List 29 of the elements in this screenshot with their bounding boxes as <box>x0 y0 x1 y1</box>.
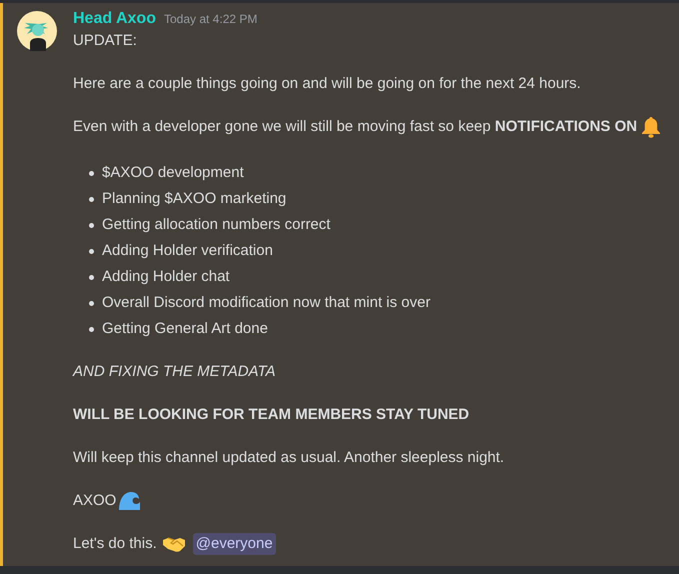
message-text: Even with a developer gone we will still be moving fast so keep NOTIFICATIONS ON <box>73 117 638 137</box>
bullet-icon <box>89 248 94 254</box>
message-text: UPDATE: <box>73 31 137 51</box>
handshake-icon <box>162 536 185 552</box>
message-text: WILL BE LOOKING FOR TEAM MEMBERS STAY TUNED <box>73 405 470 425</box>
mention[interactable]: @everyone <box>192 533 276 555</box>
bullet-icon <box>89 170 94 176</box>
list-item-text: Adding Holder verification <box>102 241 273 261</box>
list-item-text: Getting General Art done <box>102 319 268 339</box>
message-text: Let's do this. <box>73 534 157 554</box>
bullet-icon <box>89 222 94 228</box>
list-item-text: Planning $AXOO marketing <box>102 189 286 209</box>
wave-icon <box>118 491 140 511</box>
list-item-text: $AXOO development <box>102 163 244 183</box>
list-item-text: Getting allocation numbers correct <box>102 215 330 235</box>
message-text: Will keep this channel updated as usual. Another sleepless night. <box>73 448 504 468</box>
avatar <box>17 11 57 51</box>
message-text: Here are a couple things going on and will be going on for the next 24 hours. <box>73 74 581 94</box>
list-item-text: Adding Holder chat <box>102 267 230 287</box>
list-item-text: Overall Discord modification now that mint is over <box>102 293 430 313</box>
bullet-icon <box>89 326 94 332</box>
message-text: AXOO <box>73 491 116 511</box>
bell-icon <box>641 116 662 138</box>
bullet-icon <box>89 274 94 280</box>
author-name[interactable]: Head Axoo <box>73 8 156 30</box>
bullet-icon <box>89 196 94 202</box>
message-text: AND FIXING THE METADATA <box>73 362 276 382</box>
bullet-icon <box>89 300 94 306</box>
timestamp: Today at 4:22 PM <box>164 11 258 28</box>
